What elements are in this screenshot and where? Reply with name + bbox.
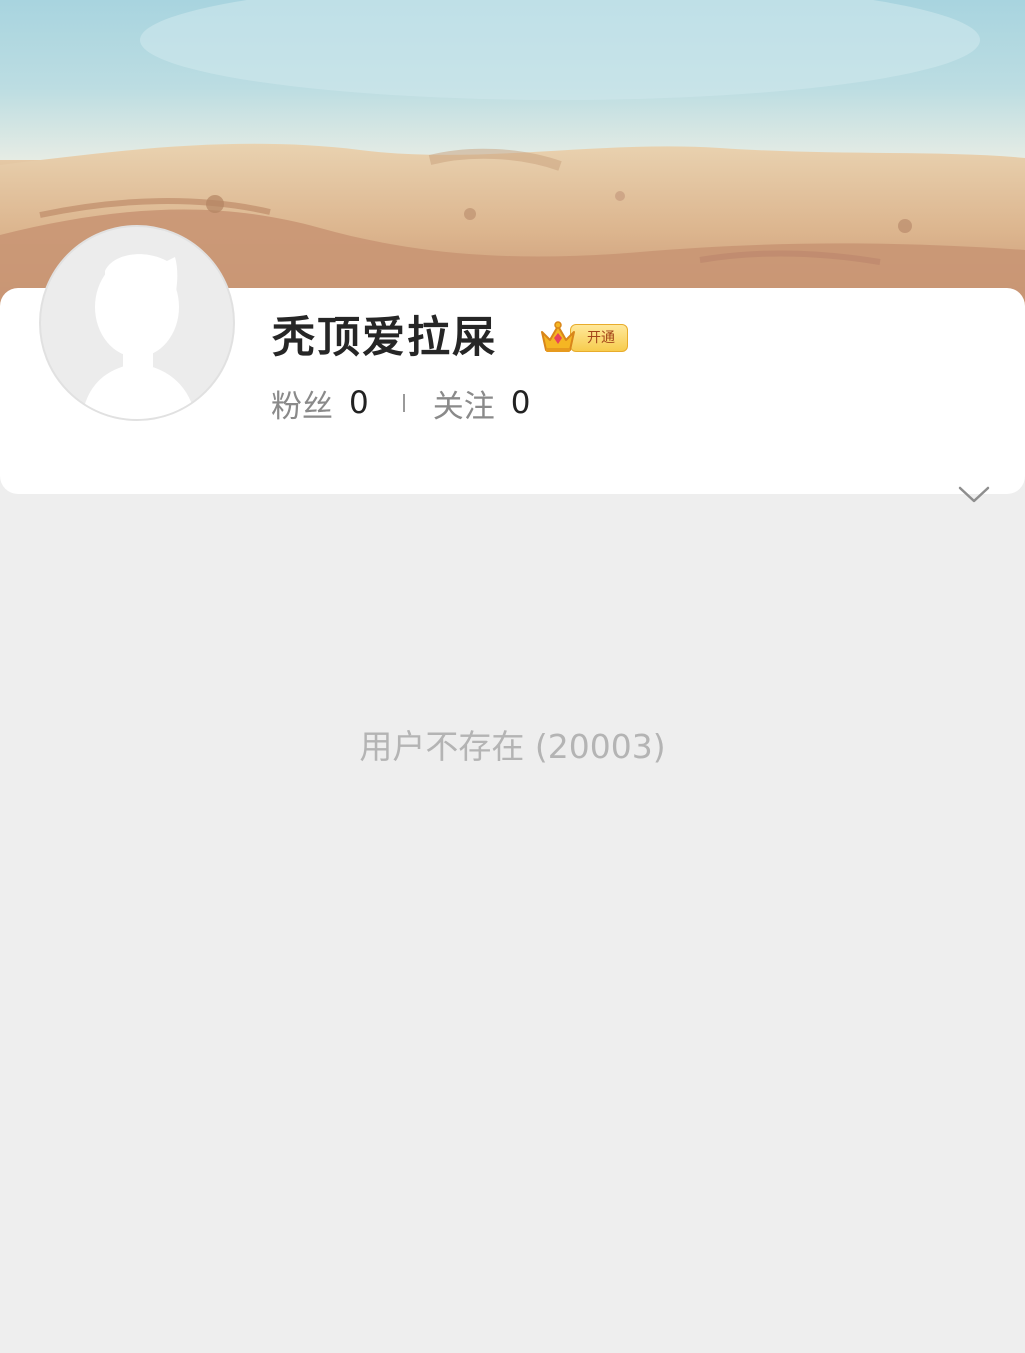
stats-divider: [402, 394, 405, 412]
default-avatar-icon: [81, 254, 197, 419]
chevron-down-icon[interactable]: [957, 483, 991, 507]
username: 秃顶爱拉屎: [272, 313, 497, 363]
crown-icon: [541, 321, 575, 352]
avatar[interactable]: [39, 225, 235, 421]
fans-label[interactable]: 粉丝: [271, 381, 333, 426]
profile-page: 秃顶爱拉屎 开通 粉丝 0 关注 0 用户不存在 (20003): [0, 0, 1025, 1353]
vip-open-badge[interactable]: 开通: [538, 318, 628, 358]
profile-stats: 粉丝 0 关注 0: [271, 380, 530, 426]
vip-open-label: 开通: [570, 324, 628, 352]
following-label[interactable]: 关注: [433, 381, 495, 426]
user-not-exist-message: 用户不存在 (20003): [359, 727, 666, 766]
fans-count[interactable]: 0: [349, 385, 369, 421]
following-count[interactable]: 0: [511, 385, 531, 421]
